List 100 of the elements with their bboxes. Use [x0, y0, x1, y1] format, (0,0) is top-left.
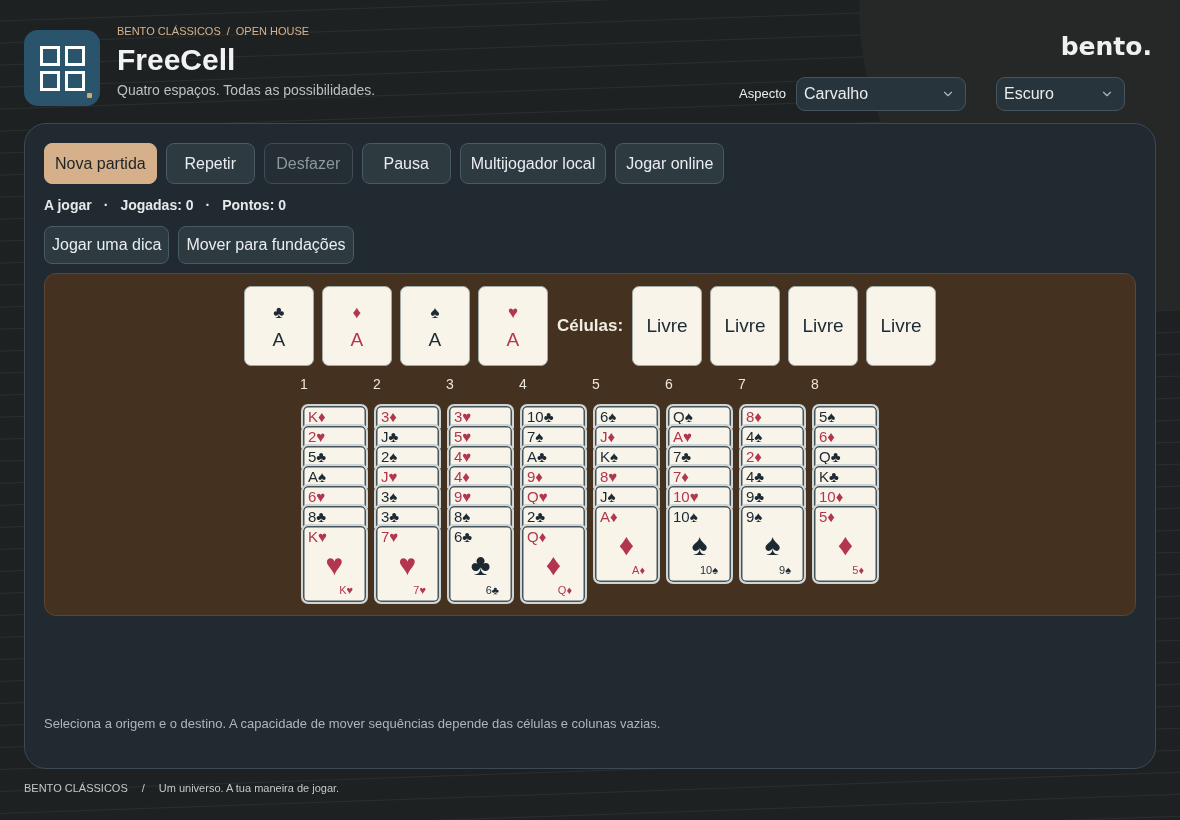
suit-symbol: ♣: [273, 303, 285, 323]
column-number: 1: [300, 376, 308, 392]
suit-symbol: ♦: [352, 303, 362, 323]
free-cell[interactable]: Livre: [632, 286, 703, 366]
footer-brand: BENTO CLÁSSICOS: [24, 781, 128, 795]
playing-card[interactable]: 5♦ ♦ 5♦: [812, 504, 879, 584]
foundation-card[interactable]: ♦ A: [321, 286, 392, 366]
card-corner-label: 9♠: [746, 508, 763, 525]
grid-logo-icon: [24, 30, 100, 106]
foundation-card[interactable]: ♥ A: [477, 286, 548, 366]
foundation-card[interactable]: ♣ A: [243, 286, 314, 366]
card-corner-label: 10♣: [527, 408, 554, 425]
dropdown-select[interactable]: Escuro: [996, 77, 1125, 111]
free-cell[interactable]: Livre: [788, 286, 859, 366]
card-corner-label: 8♣: [308, 508, 327, 525]
card-corner-label: 4♥: [454, 448, 472, 465]
suit-symbol: ♥: [398, 549, 417, 580]
card-corner-label: J♦: [600, 428, 616, 445]
page-subtitle: Quatro espaços. Todas as possibilidades.: [117, 81, 376, 99]
card-corner-label: 2♠: [381, 448, 398, 465]
card-corner-label: 3♦: [381, 408, 397, 425]
toolbar-button[interactable]: Pausa: [361, 143, 451, 184]
column-number: 5: [592, 376, 600, 392]
toolbar-button[interactable]: Repetir: [165, 143, 255, 184]
card-corner-label: 7♥: [413, 584, 426, 597]
page-title: FreeCell: [117, 42, 237, 78]
card-corner-label: Q♦: [557, 584, 572, 597]
card-corner-label: 4♣: [746, 468, 765, 485]
card-corner-label: 3♣: [381, 508, 400, 525]
card-corner-label: A♠: [308, 468, 326, 485]
card-corner-label: Q♥: [527, 488, 548, 505]
card-corner-label: 5♣: [308, 448, 327, 465]
card-corner-label: K♥: [308, 528, 327, 545]
card-corner-label: J♣: [381, 428, 399, 445]
action-button[interactable]: Jogar uma dica: [44, 226, 170, 264]
card-corner-label: J♥: [381, 468, 398, 485]
breadcrumb-separator: /: [226, 24, 230, 38]
card-corner-label: 10♦: [819, 488, 844, 505]
status-separator: ·: [102, 195, 110, 215]
card-corner-label: 8♠: [454, 508, 471, 525]
suit-symbol: ♦: [618, 529, 635, 560]
toolbar-button[interactable]: Nova partida: [44, 143, 157, 184]
playing-card[interactable]: A♦ ♦ A♦: [593, 504, 660, 584]
card-corner-label: K♠: [600, 448, 618, 465]
playing-card[interactable]: 10♠ ♠ 10♠: [666, 504, 733, 584]
suit-symbol: ♣: [470, 549, 491, 580]
playing-card[interactable]: 7♥ ♥ 7♥: [374, 524, 441, 604]
toolbar-button[interactable]: Jogar online: [615, 143, 725, 184]
card-corner-label: 6♥: [308, 488, 326, 505]
card-corner-label: 7♣: [673, 448, 692, 465]
suit-symbol: ♥: [507, 303, 518, 323]
playing-card[interactable]: 6♣ ♣ 6♣: [447, 524, 514, 604]
status-text: Pontos: 0: [222, 195, 286, 215]
card-corner-label: J♠: [600, 488, 616, 505]
card-corner-label: 2♥: [308, 428, 326, 445]
status-text: A jogar: [44, 195, 92, 215]
card-corner-label: 7♦: [673, 468, 689, 485]
status-text: Jogadas: 0: [120, 195, 194, 215]
card-corner-label: 8♦: [746, 408, 762, 425]
card-corner-label: 7♥: [381, 528, 399, 545]
card-corner-label: 7♠: [527, 428, 544, 445]
card-corner-label: Q♠: [673, 408, 693, 425]
card-corner-label: 5♦: [819, 508, 835, 525]
action-button[interactable]: Mover para fundações: [178, 226, 354, 264]
card-corner-label: 10♠: [673, 508, 698, 525]
card-corner-label: K♣: [819, 468, 839, 485]
card-corner-label: 3♠: [381, 488, 398, 505]
card-corner-label: 9♠: [779, 564, 791, 577]
toolbar-button[interactable]: Multijogador local: [459, 143, 607, 184]
card-corner-label: 5♦: [852, 564, 864, 577]
card-corner-label: 5♥: [454, 428, 472, 445]
card-corner-label: 4♦: [454, 468, 470, 485]
card-corner-label: 9♥: [454, 488, 472, 505]
footer-separator: /: [141, 781, 145, 795]
card-corner-label: 2♦: [746, 448, 762, 465]
dropdown-select[interactable]: Carvalho: [796, 77, 966, 111]
playing-card[interactable]: 9♠ ♠ 9♠: [739, 504, 806, 584]
card-corner-label: A♥: [673, 428, 692, 445]
card-rank: A: [272, 329, 286, 351]
free-cell[interactable]: Livre: [710, 286, 781, 366]
playing-card[interactable]: Q♦ ♦ Q♦: [520, 524, 587, 604]
card-rank: A: [506, 329, 520, 351]
brand-logo-text: bento.: [1060, 32, 1152, 62]
card-corner-label: 2♣: [527, 508, 546, 525]
column-number: 2: [373, 376, 381, 392]
playing-card[interactable]: K♥ ♥ K♥: [301, 524, 368, 604]
foundation-card[interactable]: ♠ A: [399, 286, 470, 366]
breadcrumb-link[interactable]: OPEN HOUSE: [235, 24, 310, 38]
breadcrumb-link[interactable]: BENTO CLÁSSICOS: [117, 24, 221, 38]
card-rank: A: [428, 329, 442, 351]
hint-text: Seleciona a origem e o destino. A capacidade de mover sequências depende das células e colunas vazias.: [44, 715, 662, 733]
cells-label: Células:: [555, 315, 625, 338]
card-corner-label: 6♣: [454, 528, 473, 545]
card-corner-label: 5♠: [819, 408, 836, 425]
column-number: 6: [665, 376, 673, 392]
suit-symbol: ♠: [691, 529, 708, 560]
column-number: 3: [446, 376, 454, 392]
free-cell[interactable]: Livre: [866, 286, 937, 366]
column-number: 8: [811, 376, 819, 392]
suit-symbol: ♠: [764, 529, 781, 560]
